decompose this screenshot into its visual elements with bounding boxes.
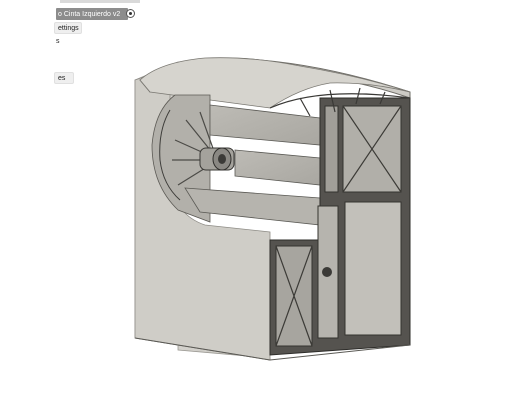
browser-panel: o Cinta Izquierdo v2 ettings s es — [0, 6, 170, 86]
document-visibility-radio-icon[interactable] — [126, 9, 135, 18]
browser-row-label: ettings — [58, 24, 79, 32]
spindle-hole — [218, 154, 226, 164]
lower-right-cell — [344, 201, 402, 336]
upper-left-narrow — [324, 105, 339, 193]
browser-row-origin[interactable] — [56, 48, 64, 60]
browser-row-views[interactable]: s — [56, 35, 72, 47]
upper-slot — [209, 104, 321, 146]
document-row-label: o Cinta Izquierdo v2 — [58, 10, 121, 18]
browser-row-sketches[interactable]: es — [54, 72, 74, 84]
post-hole — [322, 267, 332, 277]
browser-row-label: es — [58, 74, 66, 82]
middle-slot — [234, 149, 321, 186]
document-row[interactable]: o Cinta Izquierdo v2 — [56, 8, 128, 20]
browser-row-settings[interactable]: ettings — [54, 22, 82, 34]
browser-row-label: s — [56, 37, 60, 45]
